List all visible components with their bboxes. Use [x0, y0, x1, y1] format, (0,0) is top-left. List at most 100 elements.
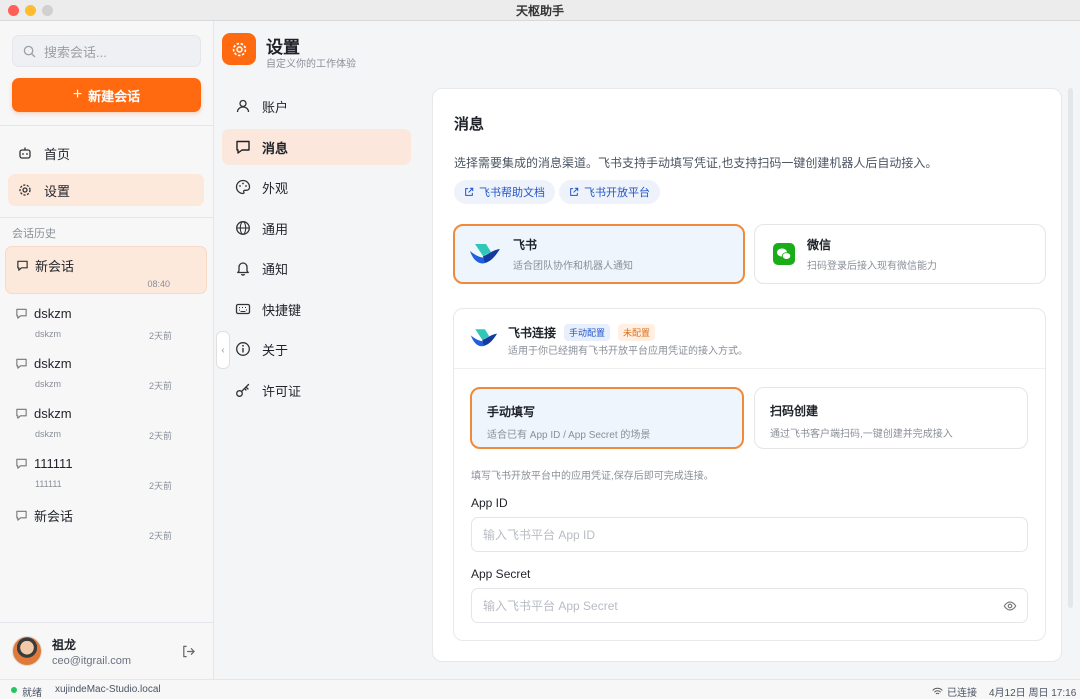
status-datetime: 4月12日 周日 17:16 — [989, 688, 1077, 699]
robot-icon — [19, 147, 31, 159]
app-id-input[interactable]: 输入飞书平台 App ID — [471, 517, 1028, 552]
channel-card-wechat[interactable]: 微信 扫码登录后接入现有微信能力 — [754, 224, 1046, 284]
feishu-open-platform-link[interactable]: 飞书开放平台 — [559, 180, 660, 204]
bell-icon — [237, 262, 249, 276]
settings-nav-label: 许可证 — [262, 383, 302, 399]
settings-nav-account[interactable]: 账户 — [222, 88, 411, 124]
conversation-time: 2天前 — [148, 531, 172, 541]
search-placeholder: 搜索会话... — [44, 44, 107, 60]
wechat-logo-icon — [773, 243, 795, 265]
chat-bubble-icon — [16, 458, 27, 469]
channel-title: 微信 — [807, 238, 832, 252]
channel-title: 飞书 — [513, 238, 538, 252]
conversation-item[interactable]: dskzm dskzm 2天前 — [5, 347, 207, 395]
conversation-title: 新会话 — [35, 259, 75, 274]
keyboard-icon — [235, 303, 251, 315]
settings-nav-label: 关于 — [262, 342, 289, 358]
feishu-logo-icon — [470, 329, 498, 347]
sidebar-item-settings[interactable]: 设置 — [8, 174, 204, 206]
conversation-item[interactable]: 111111 111111 2天前 — [5, 447, 207, 495]
settings-nav-appearance[interactable]: 外观 — [222, 169, 411, 205]
window-controls — [8, 5, 53, 16]
palette-icon — [235, 179, 251, 195]
conversation-item[interactable]: 新会话 08:40 — [5, 246, 207, 294]
settings-nav-label: 消息 — [262, 140, 289, 156]
sidebar-divider — [0, 217, 214, 218]
eye-icon[interactable] — [1003, 599, 1017, 613]
user-profile[interactable]: 祖龙 ceo@itgrail.com — [0, 622, 214, 679]
close-window-button[interactable] — [8, 5, 19, 16]
minimize-window-button[interactable] — [25, 5, 36, 16]
app-secret-input[interactable]: 输入飞书平台 App Secret — [471, 588, 1028, 623]
mode-title: 手动填写 — [487, 405, 536, 419]
user-email: ceo@itgrail.com — [52, 654, 132, 667]
mode-card-scan[interactable]: 扫码创建 通过飞书客户端扫码,一键创建并完成接入 — [754, 387, 1028, 449]
conversation-subtitle: dskzm — [35, 329, 62, 339]
user-name: 祖龙 — [52, 637, 77, 652]
settings-nav-label: 快捷键 — [262, 302, 302, 318]
conversation-title: dskzm — [34, 406, 72, 421]
external-link-icon — [465, 187, 474, 196]
mode-subtitle: 适合已有 App ID / App Secret 的场景 — [487, 430, 651, 441]
settings-nav-label: 通用 — [262, 221, 289, 237]
conversation-subtitle: dskzm — [35, 429, 62, 439]
page-subtitle: 自定义你的工作体验 — [266, 59, 356, 70]
new-chat-label: 新建会话 — [88, 88, 141, 104]
user-icon — [236, 99, 250, 113]
settings-nav-notifications[interactable]: 通知 — [222, 250, 411, 286]
settings-nav-general[interactable]: 通用 — [222, 210, 411, 246]
settings-nav-about[interactable]: 关于 — [222, 331, 411, 367]
gear-icon — [232, 42, 246, 56]
app-window: 天枢助手 搜索会话... + 新建会话 首页 设置 会话历史 新会话 08:40… — [0, 0, 1080, 699]
settings-nav-message[interactable]: 消息 — [222, 129, 411, 165]
status-indicator — [11, 687, 17, 693]
chat-bubble-icon — [17, 260, 28, 271]
history-label: 会话历史 — [12, 228, 56, 240]
conversation-time: 2天前 — [148, 381, 172, 391]
settings-nav-license[interactable]: 许可证 — [222, 372, 411, 408]
chat-bubble-icon — [16, 408, 27, 419]
conversation-title: dskzm — [34, 356, 72, 371]
mode-badge: 手动配置 — [564, 324, 611, 341]
status-bar: 就绪 xujindeMac-Studio.local 已连接 4月12日 周日 … — [0, 679, 1080, 699]
sidebar: 搜索会话... + 新建会话 首页 设置 会话历史 新会话 08:40 dskz… — [0, 21, 214, 679]
new-chat-button[interactable]: + 新建会话 — [12, 78, 201, 112]
conversation-title: dskzm — [34, 306, 72, 321]
app-id-label: App ID — [471, 496, 508, 510]
settings-nav-shortcuts[interactable]: 快捷键 — [222, 291, 411, 327]
key-icon — [236, 383, 250, 397]
search-input[interactable]: 搜索会话... — [12, 35, 201, 67]
avatar — [12, 636, 42, 666]
connection-header: 飞书连接 手动配置 未配置 适用于你已经拥有飞书开放平台应用凭证的接入方式。 — [454, 309, 1045, 369]
channel-card-feishu[interactable]: 飞书 适合团队协作和机器人通知 — [453, 224, 745, 284]
external-link-icon — [570, 187, 579, 196]
gear-icon — [19, 184, 31, 196]
zoom-window-button[interactable] — [42, 5, 53, 16]
conversation-title: 新会话 — [34, 509, 74, 524]
mode-subtitle: 通过飞书客户端扫码,一键创建并完成接入 — [770, 429, 953, 440]
conversation-title: 111111 — [34, 456, 73, 471]
status-ready: 就绪 — [22, 688, 42, 699]
logout-icon[interactable] — [181, 644, 196, 659]
channel-subtitle: 扫码登录后接入现有微信能力 — [807, 261, 937, 272]
mode-card-manual[interactable]: 手动填写 适合已有 App ID / App Secret 的场景 — [470, 387, 744, 449]
globe-icon — [236, 221, 250, 235]
search-icon — [23, 45, 36, 57]
sidebar-item-home[interactable]: 首页 — [8, 137, 204, 169]
conversation-item[interactable]: 新会话 2天前 — [5, 497, 207, 545]
conversation-time: 2天前 — [148, 431, 172, 441]
channel-subtitle: 适合团队协作和机器人通知 — [513, 261, 633, 272]
conversation-time: 08:40 — [147, 279, 170, 289]
chat-bubble-icon — [16, 308, 27, 319]
window-title: 天枢助手 — [515, 3, 564, 18]
settings-nav-label: 外观 — [262, 180, 289, 196]
content-scrollbar[interactable] — [1068, 88, 1073, 608]
connection-title: 飞书连接 — [508, 326, 557, 340]
wifi-icon — [932, 687, 943, 695]
conversation-item[interactable]: dskzm dskzm 2天前 — [5, 297, 207, 345]
conversation-subtitle: dskzm — [35, 379, 62, 389]
message-settings-panel: 消息 选择需要集成的消息渠道。飞书支持手动填写凭证,也支持扫码一键创建机器人后自… — [432, 88, 1062, 662]
conversation-item[interactable]: dskzm dskzm 2天前 — [5, 397, 207, 445]
conversation-subtitle: 111111 — [35, 479, 62, 489]
feishu-help-docs-link[interactable]: 飞书帮助文档 — [454, 180, 555, 204]
